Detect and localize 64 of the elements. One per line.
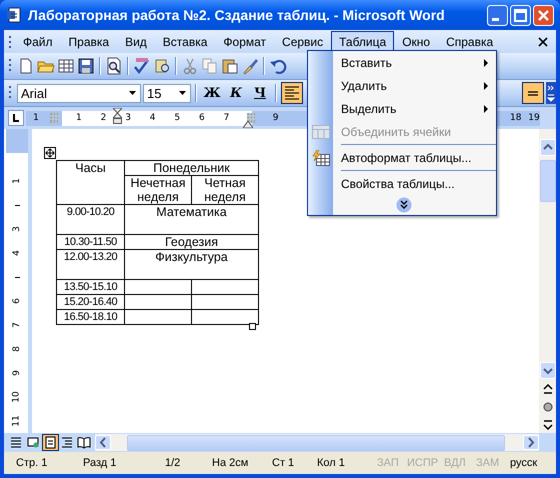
status-item: 1/2 — [165, 457, 182, 469]
table-cell: Геодезия — [124, 234, 258, 250]
table-cell: 12.00-13.20 — [56, 250, 124, 280]
menu-item[interactable]: Свойства таблицы... — [333, 172, 496, 195]
font-combo[interactable]: Arial — [17, 84, 141, 102]
bold-button[interactable]: Ж — [201, 82, 223, 104]
font-size-combo[interactable]: 15 — [143, 84, 191, 102]
menu-item[interactable]: Правка — [60, 30, 118, 52]
status-item: Разд 1 — [83, 457, 118, 469]
table-cell: Понедельник — [124, 160, 258, 176]
status-item: ИСПР — [407, 457, 440, 469]
table-cell: 9.00-10.20 — [56, 204, 124, 234]
table-cell: Физкультура — [124, 250, 258, 280]
status-item: Ст 1 — [272, 457, 296, 469]
italic-button[interactable]: К — [225, 82, 247, 104]
status-item: На 2см — [212, 457, 250, 469]
menu-item[interactable]: Справка — [438, 30, 502, 52]
status-item: ЗАМ — [476, 457, 500, 469]
ruler-number: 10 — [12, 391, 22, 403]
menu-item[interactable]: Выделить — [333, 97, 496, 120]
ruler-number: 1 — [12, 178, 22, 184]
ruler-number: 5 — [174, 113, 180, 123]
menu-item[interactable]: Вставить — [333, 51, 496, 74]
ruler-number: 9 — [12, 370, 22, 376]
ruler-number: 18 — [510, 113, 522, 123]
ruler-number: 19 — [528, 113, 540, 123]
ruler-number: 4 — [12, 250, 22, 256]
table-cell: Часы — [56, 160, 124, 204]
window-title: Лабораторная работа №2. Сздание таблиц. - Microsoft Word — [28, 7, 446, 23]
table-cell: 10.30-11.50 — [56, 234, 124, 250]
menu-item[interactable]: Таблица — [331, 30, 394, 52]
ruler-number: 4 — [150, 113, 156, 123]
ruler-number: 1 — [76, 113, 82, 123]
status-item: ВДЛ — [444, 457, 467, 469]
menu-item[interactable]: Удалить — [333, 74, 496, 97]
status-item: Стр. 1 — [16, 457, 48, 469]
ruler-number: 6 — [198, 113, 205, 123]
ruler-number: 3 — [12, 226, 22, 232]
menu-item[interactable]: Вставка — [154, 30, 216, 52]
menu-item[interactable]: Сервис — [274, 30, 332, 52]
menu-item[interactable]: Файл — [15, 30, 61, 52]
ruler-number: 9 — [272, 113, 278, 123]
table-cell: Четная неделя — [192, 176, 258, 204]
ruler-number: 1 — [33, 113, 39, 123]
menu-item[interactable]: Вид — [117, 30, 155, 52]
status-item: ЗАП — [377, 457, 400, 469]
ruler-number: 2 — [100, 113, 106, 123]
table-cell: 16.50-18.10 — [56, 310, 124, 324]
status-item: русск — [510, 457, 538, 469]
ruler-number: 8 — [12, 346, 22, 352]
table-cell: Математика — [124, 204, 258, 234]
ruler-number: 3 — [125, 113, 131, 123]
ruler-number: 7 — [224, 113, 230, 123]
table-cell: 13.50-15.10 — [56, 280, 124, 294]
menu-item[interactable]: Автоформат таблицы... — [333, 146, 496, 169]
menu-item[interactable]: Формат — [215, 30, 274, 52]
underline-button[interactable]: Ч — [249, 82, 271, 104]
table-cell: Нечетная неделя — [124, 176, 192, 204]
ruler-number: 11 — [12, 415, 22, 427]
table-cell: 15.20-16.40 — [56, 294, 124, 310]
status-item: Кол 1 — [317, 457, 346, 469]
menu-item[interactable]: Окно — [394, 30, 438, 52]
ruler-number: 6 — [12, 298, 22, 304]
ruler-number: 7 — [12, 322, 22, 328]
